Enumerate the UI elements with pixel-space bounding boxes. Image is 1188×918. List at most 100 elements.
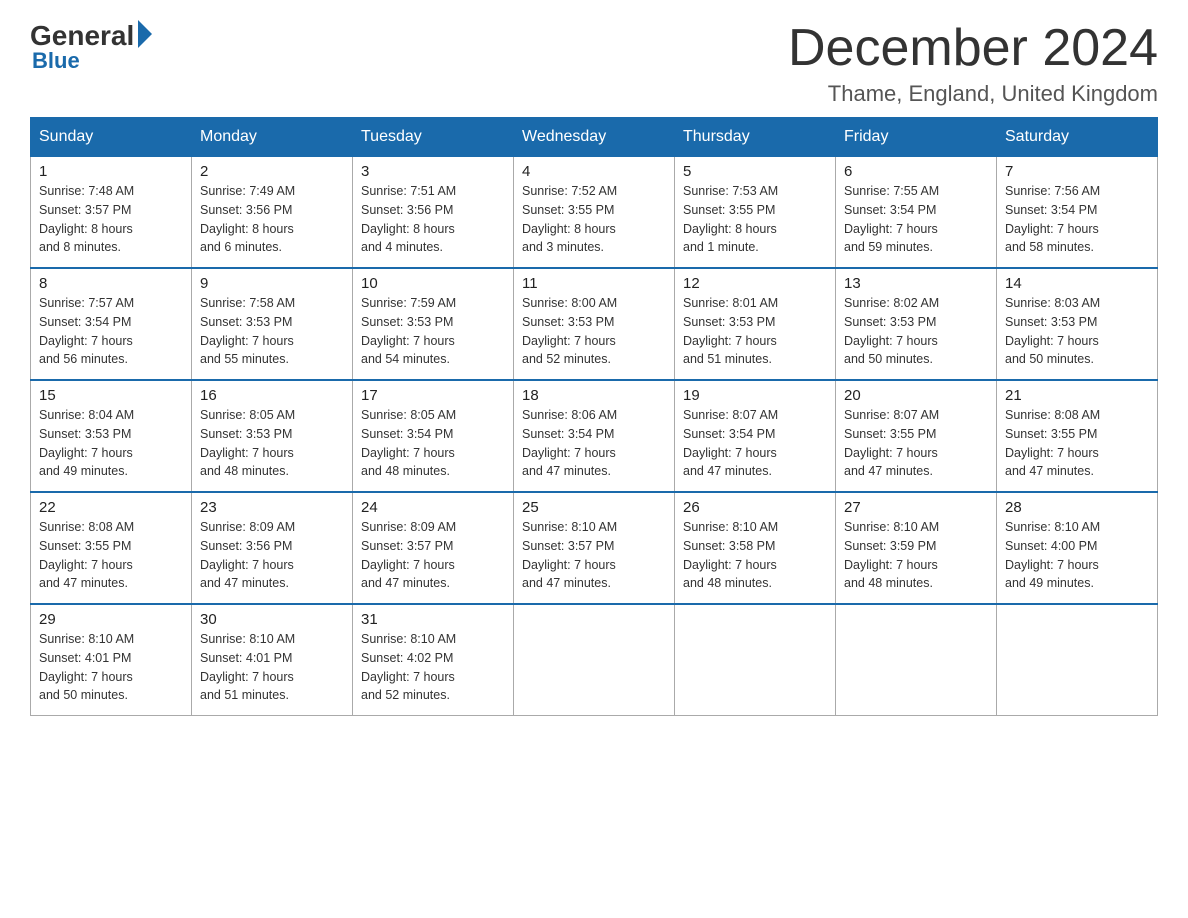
- day-number: 16: [200, 387, 344, 404]
- day-info: Sunrise: 8:07 AM Sunset: 3:54 PM Dayligh…: [683, 406, 827, 481]
- calendar-cell: 18Sunrise: 8:06 AM Sunset: 3:54 PM Dayli…: [514, 380, 675, 492]
- day-info: Sunrise: 7:53 AM Sunset: 3:55 PM Dayligh…: [683, 182, 827, 257]
- day-number: 17: [361, 387, 505, 404]
- calendar-cell: 27 Sunrise: 8:10 AM Sunset: 3:59 PM Dayli…: [836, 492, 997, 604]
- day-number: 25: [522, 499, 666, 516]
- calendar-cell: 3 Sunrise: 7:51 AM Sunset: 3:56 PM Daylig…: [353, 157, 514, 269]
- day-number: 4: [522, 163, 666, 180]
- day-info: Sunrise: 8:03 AM Sunset: 3:53 PM Dayligh…: [1005, 294, 1149, 369]
- calendar-cell: 1 Sunrise: 7:48 AM Sunset: 3:57 PM Daylig…: [31, 157, 192, 269]
- column-header-tuesday: Tuesday: [353, 118, 514, 157]
- day-number: 6: [844, 163, 988, 180]
- day-number: 1: [39, 163, 183, 180]
- calendar-cell: 20Sunrise: 8:07 AM Sunset: 3:55 PM Dayli…: [836, 380, 997, 492]
- calendar-cell: 2 Sunrise: 7:49 AM Sunset: 3:56 PM Daylig…: [192, 157, 353, 269]
- day-number: 5: [683, 163, 827, 180]
- day-info: Sunrise: 8:10 AM Sunset: 4:02 PM Dayligh…: [361, 630, 505, 705]
- day-info: Sunrise: 7:51 AM Sunset: 3:56 PM Dayligh…: [361, 182, 505, 257]
- location-subtitle: Thame, England, United Kingdom: [788, 81, 1158, 107]
- day-info: Sunrise: 8:01 AM Sunset: 3:53 PM Dayligh…: [683, 294, 827, 369]
- day-info: Sunrise: 7:58 AM Sunset: 3:53 PM Dayligh…: [200, 294, 344, 369]
- logo-blue-text: Blue: [32, 48, 80, 74]
- calendar-cell: [514, 604, 675, 716]
- day-number: 3: [361, 163, 505, 180]
- day-info: Sunrise: 8:10 AM Sunset: 4:01 PM Dayligh…: [39, 630, 183, 705]
- calendar-cell: 7 Sunrise: 7:56 AM Sunset: 3:54 PM Daylig…: [997, 157, 1158, 269]
- day-info: Sunrise: 8:09 AM Sunset: 3:57 PM Dayligh…: [361, 518, 505, 593]
- week-row-5: 29Sunrise: 8:10 AM Sunset: 4:01 PM Dayli…: [31, 604, 1158, 716]
- day-info: Sunrise: 8:10 AM Sunset: 3:57 PM Dayligh…: [522, 518, 666, 593]
- day-info: Sunrise: 7:57 AM Sunset: 3:54 PM Dayligh…: [39, 294, 183, 369]
- calendar-cell: 15 Sunrise: 8:04 AM Sunset: 3:53 PM Dayli…: [31, 380, 192, 492]
- day-info: Sunrise: 7:56 AM Sunset: 3:54 PM Dayligh…: [1005, 182, 1149, 257]
- day-number: 31: [361, 611, 505, 628]
- day-info: Sunrise: 8:10 AM Sunset: 3:59 PM Dayligh…: [844, 518, 988, 593]
- calendar-table: SundayMondayTuesdayWednesdayThursdayFrid…: [30, 117, 1158, 716]
- header-row: SundayMondayTuesdayWednesdayThursdayFrid…: [31, 118, 1158, 157]
- day-info: Sunrise: 8:04 AM Sunset: 3:53 PM Dayligh…: [39, 406, 183, 481]
- day-info: Sunrise: 8:05 AM Sunset: 3:54 PM Dayligh…: [361, 406, 505, 481]
- calendar-cell: 17 Sunrise: 8:05 AM Sunset: 3:54 PM Dayli…: [353, 380, 514, 492]
- day-number: 21: [1005, 387, 1149, 404]
- calendar-cell: 26 Sunrise: 8:10 AM Sunset: 3:58 PM Dayli…: [675, 492, 836, 604]
- day-number: 2: [200, 163, 344, 180]
- day-number: 19: [683, 387, 827, 404]
- day-info: Sunrise: 7:59 AM Sunset: 3:53 PM Dayligh…: [361, 294, 505, 369]
- week-row-1: 1 Sunrise: 7:48 AM Sunset: 3:57 PM Daylig…: [31, 157, 1158, 269]
- calendar-cell: 8Sunrise: 7:57 AM Sunset: 3:54 PM Daylig…: [31, 268, 192, 380]
- day-info: Sunrise: 7:55 AM Sunset: 3:54 PM Dayligh…: [844, 182, 988, 257]
- column-header-wednesday: Wednesday: [514, 118, 675, 157]
- calendar-cell: 9Sunrise: 7:58 AM Sunset: 3:53 PM Daylig…: [192, 268, 353, 380]
- day-info: Sunrise: 8:10 AM Sunset: 3:58 PM Dayligh…: [683, 518, 827, 593]
- day-number: 28: [1005, 499, 1149, 516]
- day-number: 12: [683, 275, 827, 292]
- calendar-cell: 14 Sunrise: 8:03 AM Sunset: 3:53 PM Dayli…: [997, 268, 1158, 380]
- day-number: 11: [522, 275, 666, 292]
- day-info: Sunrise: 7:52 AM Sunset: 3:55 PM Dayligh…: [522, 182, 666, 257]
- calendar-cell: [997, 604, 1158, 716]
- day-info: Sunrise: 8:00 AM Sunset: 3:53 PM Dayligh…: [522, 294, 666, 369]
- calendar-cell: 29Sunrise: 8:10 AM Sunset: 4:01 PM Dayli…: [31, 604, 192, 716]
- day-number: 14: [1005, 275, 1149, 292]
- calendar-cell: 16 Sunrise: 8:05 AM Sunset: 3:53 PM Dayli…: [192, 380, 353, 492]
- day-number: 22: [39, 499, 183, 516]
- day-info: Sunrise: 7:49 AM Sunset: 3:56 PM Dayligh…: [200, 182, 344, 257]
- day-info: Sunrise: 8:09 AM Sunset: 3:56 PM Dayligh…: [200, 518, 344, 593]
- column-header-saturday: Saturday: [997, 118, 1158, 157]
- day-number: 27: [844, 499, 988, 516]
- day-number: 26: [683, 499, 827, 516]
- column-header-friday: Friday: [836, 118, 997, 157]
- column-header-thursday: Thursday: [675, 118, 836, 157]
- column-header-monday: Monday: [192, 118, 353, 157]
- day-info: Sunrise: 8:08 AM Sunset: 3:55 PM Dayligh…: [1005, 406, 1149, 481]
- calendar-cell: [836, 604, 997, 716]
- day-number: 13: [844, 275, 988, 292]
- calendar-cell: 22Sunrise: 8:08 AM Sunset: 3:55 PM Dayli…: [31, 492, 192, 604]
- week-row-4: 22Sunrise: 8:08 AM Sunset: 3:55 PM Dayli…: [31, 492, 1158, 604]
- day-info: Sunrise: 8:10 AM Sunset: 4:00 PM Dayligh…: [1005, 518, 1149, 593]
- day-number: 24: [361, 499, 505, 516]
- logo: General Blue: [30, 20, 152, 74]
- title-block: December 2024 Thame, England, United Kin…: [788, 20, 1158, 107]
- day-number: 15: [39, 387, 183, 404]
- day-info: Sunrise: 8:06 AM Sunset: 3:54 PM Dayligh…: [522, 406, 666, 481]
- calendar-cell: 30Sunrise: 8:10 AM Sunset: 4:01 PM Dayli…: [192, 604, 353, 716]
- calendar-cell: 10 Sunrise: 7:59 AM Sunset: 3:53 PM Dayli…: [353, 268, 514, 380]
- calendar-cell: 24 Sunrise: 8:09 AM Sunset: 3:57 PM Dayli…: [353, 492, 514, 604]
- day-number: 23: [200, 499, 344, 516]
- calendar-cell: 25 Sunrise: 8:10 AM Sunset: 3:57 PM Dayli…: [514, 492, 675, 604]
- day-number: 30: [200, 611, 344, 628]
- calendar-cell: 19 Sunrise: 8:07 AM Sunset: 3:54 PM Dayli…: [675, 380, 836, 492]
- day-number: 10: [361, 275, 505, 292]
- calendar-cell: 4 Sunrise: 7:52 AM Sunset: 3:55 PM Daylig…: [514, 157, 675, 269]
- week-row-3: 15 Sunrise: 8:04 AM Sunset: 3:53 PM Dayli…: [31, 380, 1158, 492]
- day-number: 7: [1005, 163, 1149, 180]
- calendar-header: SundayMondayTuesdayWednesdayThursdayFrid…: [31, 118, 1158, 157]
- day-info: Sunrise: 8:07 AM Sunset: 3:55 PM Dayligh…: [844, 406, 988, 481]
- calendar-cell: 21 Sunrise: 8:08 AM Sunset: 3:55 PM Dayli…: [997, 380, 1158, 492]
- day-info: Sunrise: 7:48 AM Sunset: 3:57 PM Dayligh…: [39, 182, 183, 257]
- day-info: Sunrise: 8:05 AM Sunset: 3:53 PM Dayligh…: [200, 406, 344, 481]
- logo-arrow-icon: [138, 20, 152, 48]
- calendar-cell: 13Sunrise: 8:02 AM Sunset: 3:53 PM Dayli…: [836, 268, 997, 380]
- column-header-sunday: Sunday: [31, 118, 192, 157]
